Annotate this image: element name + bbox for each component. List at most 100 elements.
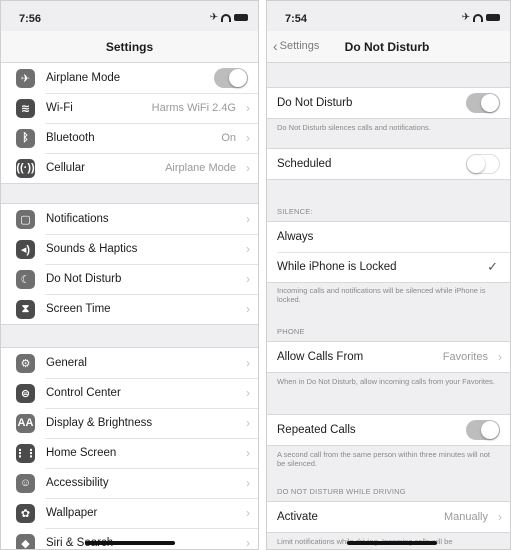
back-button[interactable]: ‹ Settings [273,37,320,54]
home-indicator[interactable] [347,541,437,545]
settings-row[interactable]: ◆ Siri & Search › [1,528,258,550]
chevron-right-icon: › [246,272,250,286]
settings-row-label: Notifications [46,213,109,225]
connectivity-group: ✈ Airplane Mode ≋ Wi-Fi Harms WiFi 2.4G › ᛒ Blu… [1,62,258,184]
checkmark-icon: ✓ [487,259,498,274]
dnd-footnote: Do Not Disturb silences calls and notifi… [277,123,431,132]
settings-row[interactable]: ☾ Do Not Disturb › [1,264,258,294]
settings-row[interactable]: ⊜ Control Center › [1,378,258,408]
settings-row[interactable]: ⧗ Screen Time › [1,294,258,324]
do-not-disturb-screen: 7:54 ✈ ‹ Settings Do Not Disturb Do Not … [266,0,511,550]
back-label: Settings [279,40,320,52]
moon-icon: ☾ [16,269,35,289]
silence-locked-row[interactable]: While iPhone is Locked ✓ [267,252,510,282]
settings-row-label: Wi-Fi [46,102,73,114]
chevron-right-icon: › [246,101,250,115]
general-group: ⚙ General › ⊜ Control Center › AA Display & Bri… [1,347,258,550]
chevron-right-icon: › [246,476,250,490]
settings-row[interactable]: ✿ Wallpaper › [1,498,258,528]
allow-calls-value: Favorites [442,351,488,363]
page-title: Settings [105,40,154,54]
chevron-right-icon: › [246,536,250,550]
screen-divider [259,0,266,550]
settings-row-label: Bluetooth [46,132,95,144]
allow-calls-row[interactable]: Allow Calls From Favorites › [267,342,510,372]
display-icon: AA [16,413,35,433]
home-indicator[interactable] [85,541,175,545]
repeated-calls-label: Repeated Calls [277,424,356,436]
chevron-right-icon: › [246,302,250,316]
settings-screen: 7:56 ✈ Settings ✈ Airplane Mode ≋ Wi-Fi Harm… [0,0,259,550]
settings-row-value: On [221,132,236,144]
phone-header: PHONE [277,327,305,336]
siri-icon: ◆ [16,533,35,549]
airplane-status-icon: ✈ [461,12,470,23]
navigation-bar: ‹ Settings Do Not Disturb [267,31,510,63]
silence-group: Always While iPhone is Locked ✓ [267,221,510,283]
home-screen-icon: ⋮⋮ [15,443,37,463]
driving-header: DO NOT DISTURB WHILE DRIVING [277,487,406,496]
settings-row[interactable]: ⚙ General › [1,348,258,378]
wifi-status-icon [221,13,231,22]
settings-row[interactable]: AA Display & Brightness › [1,408,258,438]
repeated-group: Repeated Calls [267,414,510,446]
chevron-right-icon: › [246,161,250,175]
wallpaper-icon: ✿ [16,503,35,523]
hourglass-icon: ⧗ [16,299,35,319]
repeated-calls-toggle[interactable] [466,420,500,440]
settings-row-label: Wallpaper [46,507,98,519]
repeated-calls-row[interactable]: Repeated Calls [267,415,510,445]
silence-header: SILENCE: [277,207,313,216]
settings-row[interactable]: ✈ Airplane Mode [1,63,258,93]
silence-footnote: Incoming calls and notifications will be… [277,286,486,304]
scheduled-group: Scheduled [267,148,510,180]
chevron-right-icon: › [498,350,502,364]
settings-row[interactable]: ≋ Wi-Fi Harms WiFi 2.4G › [1,93,258,123]
chevron-right-icon: › [246,416,250,430]
settings-row-label: Screen Time [46,303,111,315]
scheduled-row[interactable]: Scheduled [267,149,510,179]
status-icons: ✈ [210,12,248,23]
dnd-toggle[interactable] [466,93,500,113]
chevron-right-icon: › [246,356,250,370]
settings-row-label: Cellular [46,162,85,174]
silence-locked-label: While iPhone is Locked [277,261,397,273]
driving-group: Activate Manually › [267,501,510,533]
accessibility-icon: ☺ [16,473,35,493]
settings-row[interactable]: ⋮⋮ Home Screen › [1,438,258,468]
status-bar: 7:54 ✈ [267,1,510,31]
activate-label: Activate [277,511,318,523]
chevron-left-icon: ‹ [273,37,278,54]
settings-row[interactable]: ᛒ Bluetooth On › [1,123,258,153]
control-center-icon: ⊜ [16,383,35,403]
scheduled-label: Scheduled [277,158,332,170]
status-icons: ✈ [462,12,500,23]
settings-row-label: Accessibility [46,477,109,489]
silence-always-row[interactable]: Always [267,222,510,252]
settings-row[interactable]: ◂) Sounds & Haptics › [1,234,258,264]
allow-calls-label: Allow Calls From [277,351,364,363]
settings-row[interactable]: ▢ Notifications › [1,204,258,234]
settings-row[interactable]: ☺ Accessibility › [1,468,258,498]
activate-value: Manually [443,511,488,523]
scheduled-toggle[interactable] [466,154,500,174]
settings-row-label: Home Screen [46,447,117,459]
notifications-group: ▢ Notifications › ◂) Sounds & Haptics › ☾ Do No… [1,203,258,325]
settings-row-label: Control Center [46,387,121,399]
dnd-row[interactable]: Do Not Disturb [267,88,510,118]
settings-row-label: Do Not Disturb [46,273,122,285]
airplane-mode-toggle[interactable] [214,68,248,88]
chevron-right-icon: › [246,212,250,226]
chevron-right-icon: › [246,506,250,520]
dnd-label: Do Not Disturb [277,97,353,109]
dnd-group: Do Not Disturb [267,87,510,119]
airplane-status-icon: ✈ [209,12,218,23]
chevron-right-icon: › [246,131,250,145]
silence-always-label: Always [277,231,314,243]
activate-row[interactable]: Activate Manually › [267,502,510,532]
settings-row[interactable]: ((·)) Cellular Airplane Mode › [1,153,258,183]
settings-row-label: Airplane Mode [46,72,121,84]
settings-row-label: General [46,357,87,369]
repeated-footnote: A second call from the same person withi… [277,450,491,468]
settings-row-label: Sounds & Haptics [46,243,138,255]
